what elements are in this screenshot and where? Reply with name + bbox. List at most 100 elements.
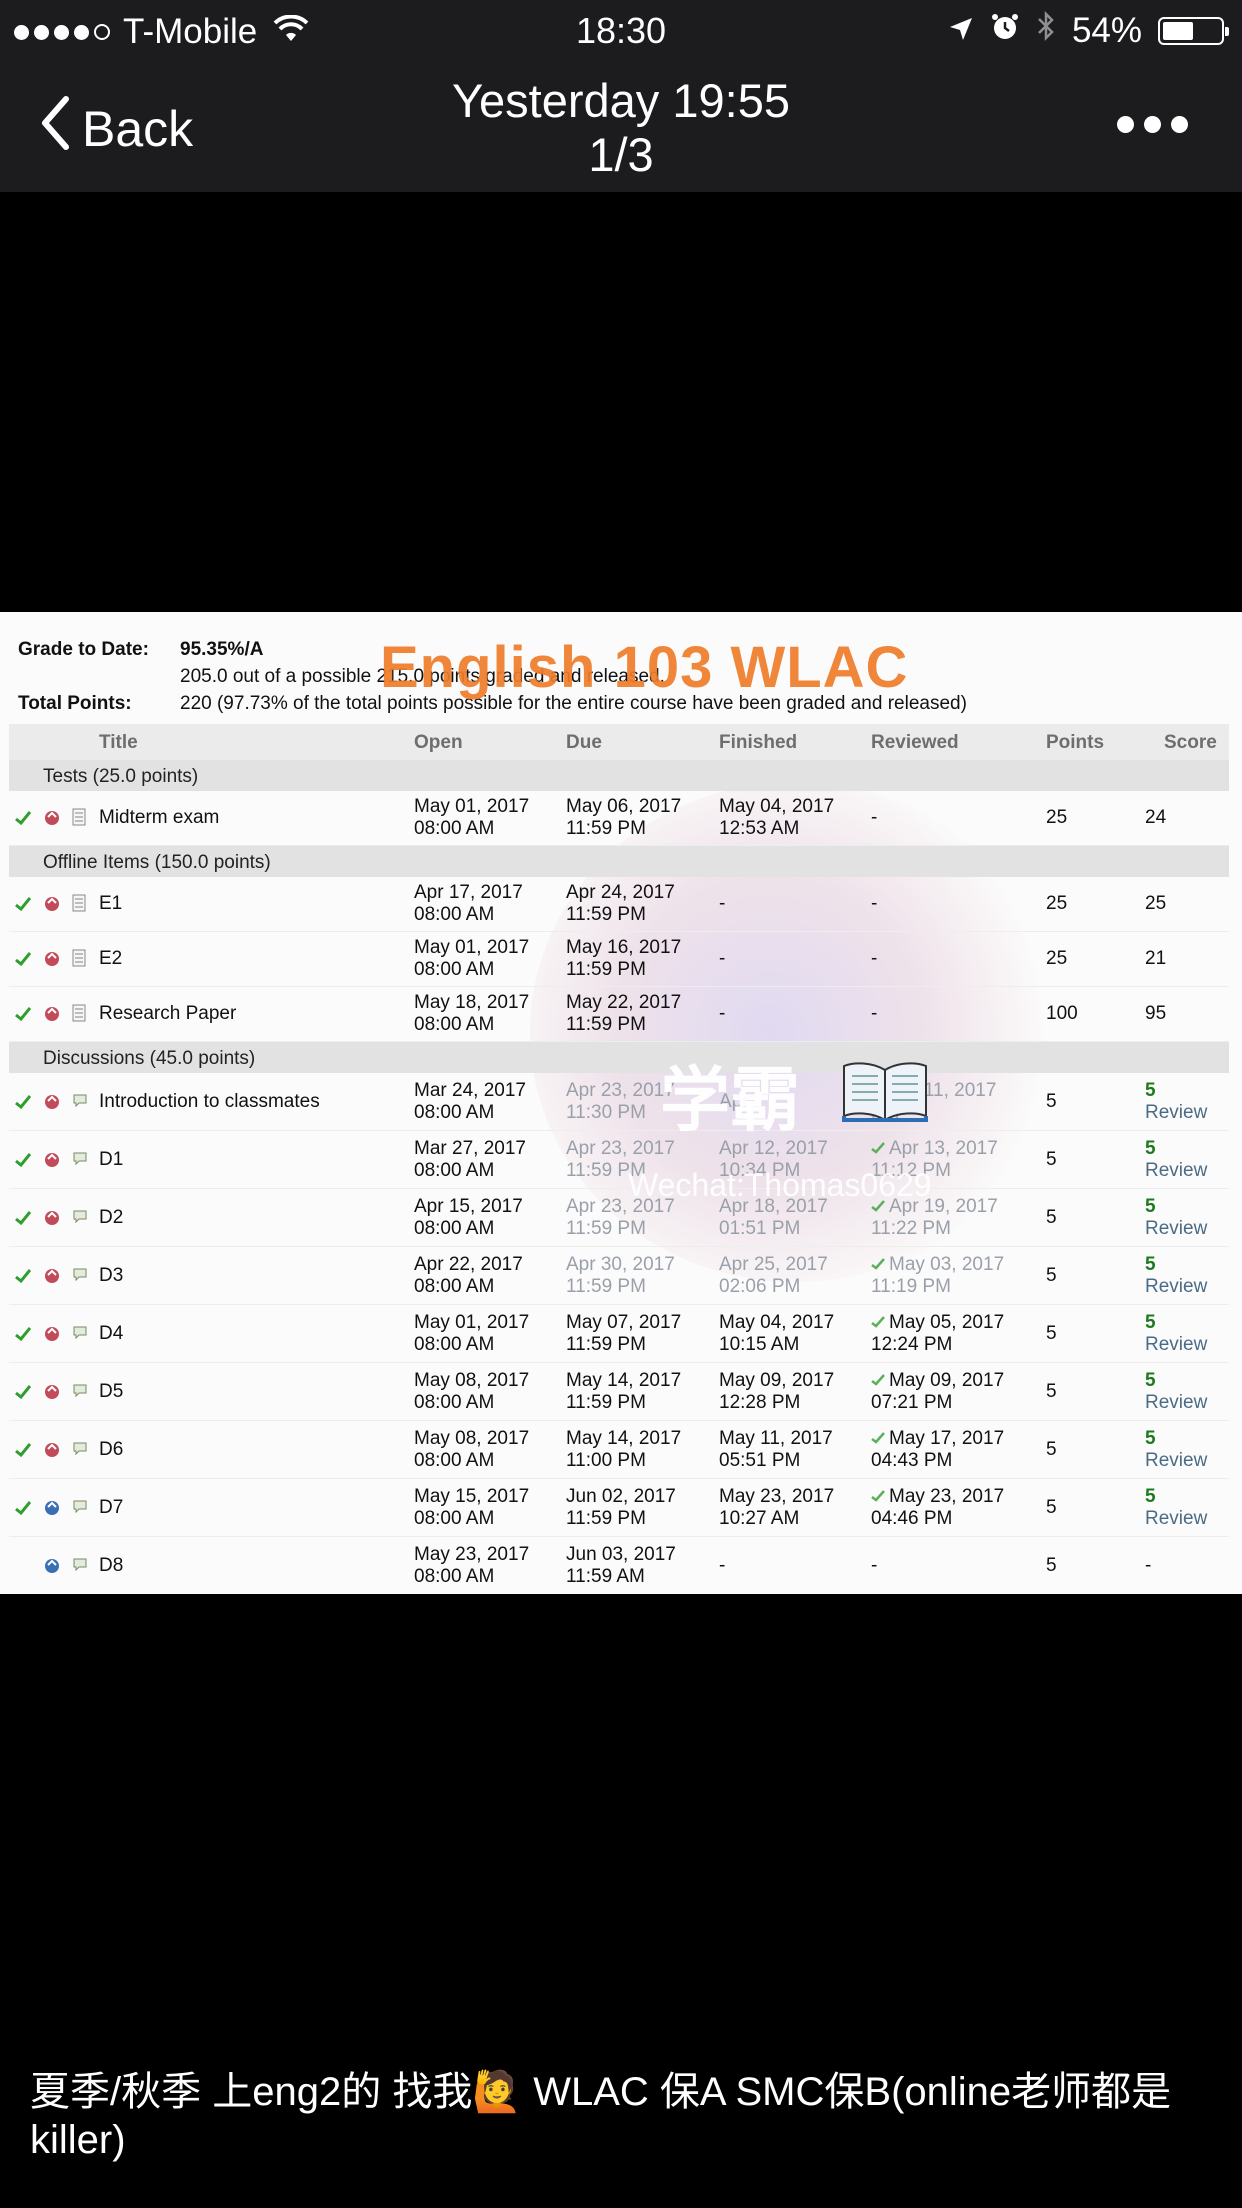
completed-check-icon xyxy=(15,1267,32,1289)
review-link[interactable]: Review xyxy=(1145,1276,1207,1298)
table-row[interactable]: D5 May 08, 2017 08:00 AM May 14, 2017 11:59 … xyxy=(9,1363,1229,1421)
item-title-link[interactable]: Research Paper xyxy=(99,1003,236,1025)
review-link[interactable]: Review xyxy=(1145,1392,1207,1414)
finished-date: May 04, 2017 10:15 AM xyxy=(719,1312,834,1356)
score-value: - xyxy=(1145,1554,1152,1576)
points-value: 5 xyxy=(1046,1554,1057,1576)
due-date-time: 11:00 PM xyxy=(566,1449,646,1471)
review-link[interactable]: Review xyxy=(1145,1334,1207,1356)
review-link[interactable]: Review xyxy=(1145,1508,1207,1530)
grade-screenshot-image[interactable]: Grade to Date: 95.35%/A 205.0 out of a po… xyxy=(0,612,1242,1594)
due-date-time: 11:59 PM xyxy=(566,1275,646,1297)
table-row[interactable]: D2 Apr 15, 2017 08:00 AM Apr 23, 2017 11:59 … xyxy=(9,1189,1229,1247)
score-value: 5 xyxy=(1145,1137,1156,1159)
more-options-button[interactable] xyxy=(1117,116,1188,133)
open-date: May 15, 2017 08:00 AM xyxy=(414,1486,529,1530)
review-link[interactable]: Review xyxy=(1145,1160,1207,1182)
reviewed-date-day: May 05, 2017 xyxy=(889,1311,1005,1333)
open-date-time: 08:00 AM xyxy=(414,1449,495,1471)
battery-nub xyxy=(1225,26,1229,36)
open-date: May 01, 2017 08:00 AM xyxy=(414,796,529,840)
open-date: May 01, 2017 08:00 AM xyxy=(414,1312,529,1356)
item-title-link[interactable]: D6 xyxy=(99,1439,123,1461)
item-title-link[interactable]: D7 xyxy=(99,1497,123,1519)
points-value: 25 xyxy=(1046,948,1068,969)
item-title-link[interactable]: E2 xyxy=(99,948,122,970)
reviewed-date-day: Apr 13, 2017 xyxy=(889,1137,998,1159)
finished-date-time: 05:51 PM xyxy=(719,1449,801,1471)
item-status-icon xyxy=(43,949,61,973)
bluetooth-icon xyxy=(1036,10,1056,51)
nav-bar: Back Yesterday 19:55 1/3 xyxy=(0,62,1242,192)
chevron-left-icon xyxy=(40,96,82,162)
item-title-link[interactable]: D1 xyxy=(99,1149,123,1171)
completed-check-icon xyxy=(15,1209,32,1231)
completed-check-icon xyxy=(15,1151,32,1173)
finished-date-day: - xyxy=(719,1554,726,1576)
points-value: 100 xyxy=(1046,1003,1078,1024)
table-row[interactable]: D3 Apr 22, 2017 08:00 AM Apr 30, 2017 11:59 … xyxy=(9,1247,1229,1305)
finished-date-day: - xyxy=(719,948,726,969)
finished-date-day: Apr 25, 2017 xyxy=(719,1253,828,1275)
table-row[interactable]: D8 May 23, 2017 08:00 AM Jun 03, 2017 11:59 … xyxy=(9,1537,1229,1594)
grade-to-date-label: Grade to Date: xyxy=(18,639,149,660)
score-cell: 5 Review xyxy=(1145,1486,1207,1530)
score-value: 25 xyxy=(1145,893,1167,914)
review-link[interactable]: Review xyxy=(1145,1102,1207,1124)
reviewed-date-day: May 17, 2017 xyxy=(889,1427,1005,1449)
item-status-icon xyxy=(43,894,61,918)
reviewed-date: May 09, 2017 07:21 PM xyxy=(871,1370,1004,1414)
open-date-time: 08:00 AM xyxy=(414,1217,495,1239)
reviewed-check-icon xyxy=(871,1486,889,1507)
table-row[interactable]: D1 Mar 27, 2017 08:00 AM Apr 23, 2017 11:59 … xyxy=(9,1131,1229,1189)
table-row[interactable]: E2 May 01, 2017 08:00 AM May 16, 2017 11:59 … xyxy=(9,932,1229,987)
score-cell: 5 Review xyxy=(1145,1370,1207,1414)
points-value: 5 xyxy=(1046,1496,1057,1518)
item-title-link[interactable]: E1 xyxy=(99,893,122,915)
table-row[interactable]: D6 May 08, 2017 08:00 AM May 14, 2017 11:00 … xyxy=(9,1421,1229,1479)
open-date-day: Mar 27, 2017 xyxy=(414,1137,526,1159)
item-title-link[interactable]: D8 xyxy=(99,1555,123,1577)
score-value: 5 xyxy=(1145,1311,1156,1333)
due-date-day: Apr 24, 2017 xyxy=(566,882,675,903)
item-title-link[interactable]: D4 xyxy=(99,1323,123,1345)
reviewed-date: - xyxy=(871,1003,877,1025)
open-date: Apr 22, 2017 08:00 AM xyxy=(414,1254,523,1298)
table-row[interactable]: D7 May 15, 2017 08:00 AM Jun 02, 2017 11:59 … xyxy=(9,1479,1229,1537)
due-date-day: Apr 23, 2017 xyxy=(566,1079,675,1101)
finished-date-time: 01:51 PM xyxy=(719,1217,801,1239)
reviewed-date-day: May 09, 2017 xyxy=(889,1369,1005,1391)
alarm-clock-icon xyxy=(990,11,1020,51)
item-title-link[interactable]: D3 xyxy=(99,1265,123,1287)
score-value: 21 xyxy=(1145,948,1167,969)
due-date: May 14, 2017 11:00 PM xyxy=(566,1428,681,1472)
item-title-link[interactable]: D5 xyxy=(99,1381,123,1403)
finished-date: - xyxy=(719,893,725,915)
score-value: 5 xyxy=(1145,1195,1156,1217)
score-cell: 5 Review xyxy=(1145,1312,1207,1356)
table-row[interactable]: D4 May 01, 2017 08:00 AM May 07, 2017 11:59 … xyxy=(9,1305,1229,1363)
open-date-day: Apr 22, 2017 xyxy=(414,1253,523,1275)
discussion-icon xyxy=(72,1382,88,1404)
back-button[interactable]: Back xyxy=(40,96,193,162)
more-dot-icon xyxy=(1117,116,1134,133)
review-link[interactable]: Review xyxy=(1145,1450,1207,1472)
item-title-link[interactable]: D2 xyxy=(99,1207,123,1229)
completed-check-icon xyxy=(15,1093,32,1115)
score-cell: 5 Review xyxy=(1145,1428,1207,1472)
table-row[interactable]: Introduction to classmates Mar 24, 2017 08… xyxy=(9,1073,1229,1131)
completed-check-icon xyxy=(15,895,32,917)
item-title-link[interactable]: Midterm exam xyxy=(99,807,219,829)
table-row[interactable]: Midterm exam May 01, 2017 08:00 AM May 06, … xyxy=(9,791,1229,846)
signal-dot-empty xyxy=(94,24,110,40)
item-title-link[interactable]: Introduction to classmates xyxy=(99,1091,320,1113)
total-points-label: Total Points: xyxy=(18,693,132,714)
review-link[interactable]: Review xyxy=(1145,1218,1207,1240)
table-row[interactable]: E1 Apr 17, 2017 08:00 AM Apr 24, 2017 11:59 … xyxy=(9,877,1229,932)
open-date-day: May 08, 2017 xyxy=(414,1369,530,1391)
open-date: May 01, 2017 08:00 AM xyxy=(414,937,529,981)
section-header: Discussions (45.0 points) xyxy=(9,1042,1229,1073)
col-title: Title xyxy=(99,732,138,753)
table-row[interactable]: Research Paper May 18, 2017 08:00 AM May 22… xyxy=(9,987,1229,1042)
reviewed-date-day: - xyxy=(871,893,878,914)
